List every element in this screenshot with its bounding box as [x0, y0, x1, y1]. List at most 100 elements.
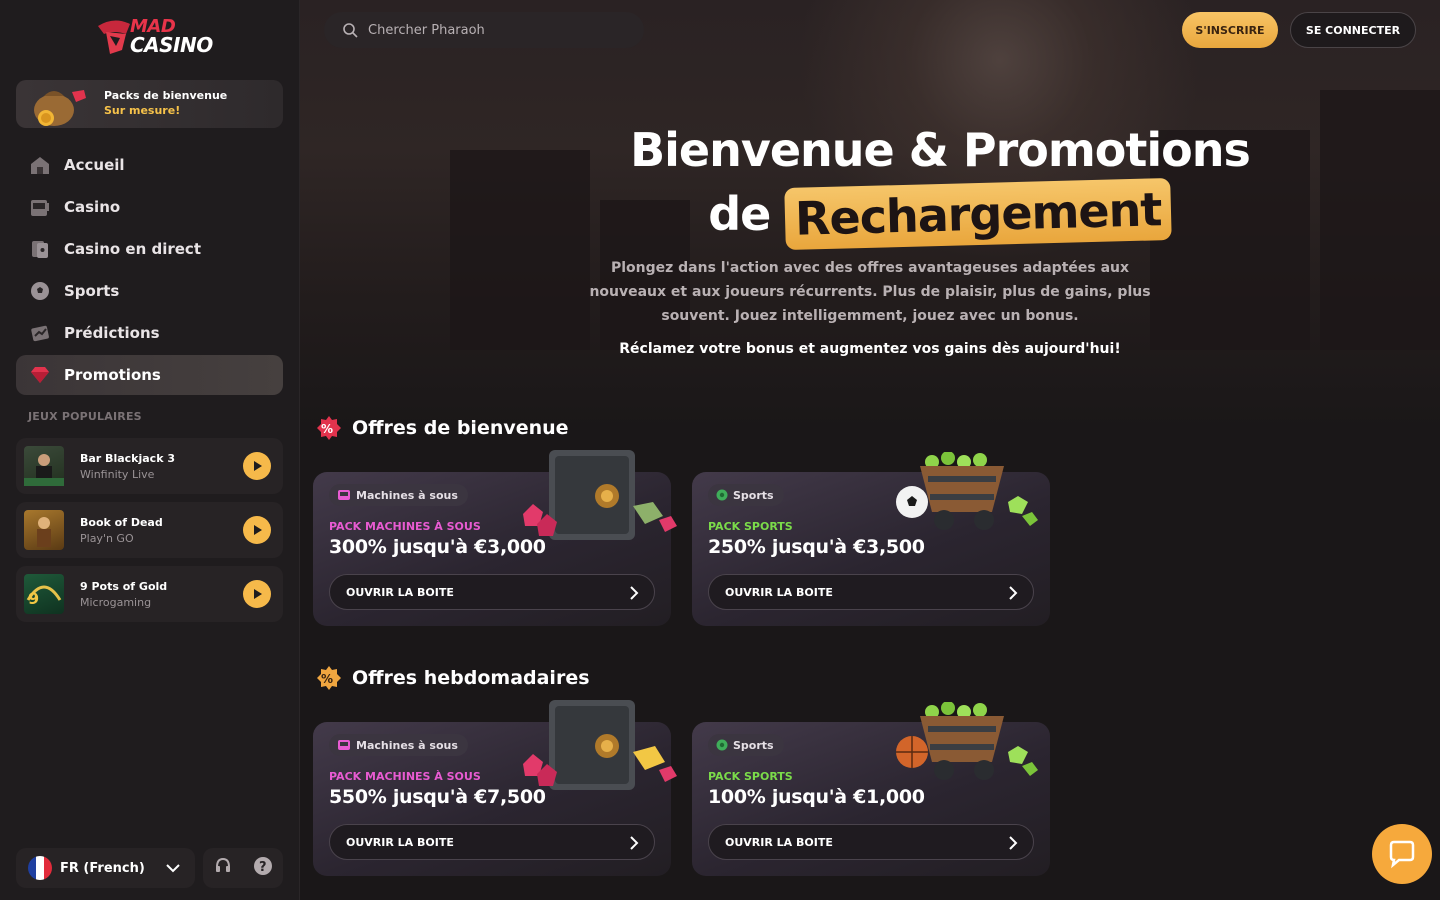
home-icon [28, 153, 52, 177]
category-chip: Sports [708, 484, 784, 506]
open-box-label: OUVRIR LA BOITE [725, 585, 833, 599]
sidebar-item-accueil[interactable]: Accueil [16, 145, 283, 185]
live-chat-button[interactable] [1372, 824, 1432, 884]
headset-icon[interactable] [214, 857, 232, 879]
chip-label: Sports [733, 488, 774, 502]
play-button[interactable] [243, 452, 271, 480]
money-bag-icon [34, 90, 86, 126]
chevron-right-icon [1007, 835, 1019, 851]
hero-title-line1: Bienvenue & Promotions [630, 123, 1251, 177]
offer-amount: 550% jusqu'à €7,500 [329, 786, 546, 808]
game-provider: Winfinity Live [80, 468, 155, 481]
play-icon [254, 589, 262, 599]
category-chip: Machines à sous [329, 484, 468, 506]
section-title-welcome: % Offres de bienvenue [316, 414, 569, 442]
language-label: FR (French) [60, 860, 145, 876]
login-button[interactable]: SE CONNECTER [1290, 12, 1416, 48]
pack-label: PACK SPORTS [708, 770, 793, 783]
hero-title-line2: de Rechargement [440, 177, 1440, 251]
play-icon [254, 525, 262, 535]
chevron-down-icon [165, 860, 181, 880]
chevron-right-icon [628, 835, 640, 851]
offer-card[interactable]: Machines à sous PACK MACHINES À SOUS 300… [313, 450, 677, 626]
play-icon [254, 461, 262, 471]
sports-clover-icon [716, 489, 728, 501]
sidebar-item-label: Casino en direct [64, 240, 201, 258]
open-box-button[interactable]: OUVRIR LA BOITE [708, 824, 1034, 860]
support-buttons: ? [203, 848, 283, 888]
hero-claim: Réclamez votre bonus et augmentez vos ga… [619, 341, 1121, 357]
chip-label: Machines à sous [356, 488, 458, 502]
sports-clover-icon [716, 739, 728, 751]
chat-bubble-icon [1389, 840, 1415, 869]
game-name: Bar Blackjack 3 [80, 452, 175, 465]
help-icon[interactable]: ? [253, 856, 273, 880]
open-box-label: OUVRIR LA BOITE [725, 835, 833, 849]
game-card-book-of-dead[interactable]: Book of Dead Play'n GO [16, 502, 283, 558]
chevron-right-icon [1007, 585, 1019, 601]
play-button[interactable] [243, 580, 271, 608]
welcome-pack-subtitle: Sur mesure! [104, 104, 181, 117]
game-thumbnail [24, 446, 64, 486]
game-provider: Microgaming [80, 596, 152, 609]
popular-games-label: JEUX POPULAIRES [28, 410, 142, 423]
game-card-9-pots-of-gold[interactable]: 9 9 Pots of Gold Microgaming [16, 566, 283, 622]
welcome-packs-banner[interactable]: Packs de bienvenue Sur mesure! [16, 80, 283, 128]
search-bar[interactable]: Chercher Pharaoh [324, 12, 644, 48]
svg-text:%: % [321, 422, 333, 436]
offer-card[interactable]: Sports PACK SPORTS 100% jusqu'à €1,000 O… [692, 702, 1050, 876]
chip-label: Sports [733, 738, 774, 752]
offer-card[interactable]: Sports PACK SPORTS 250% jusqu'à €3,500 O… [692, 452, 1050, 626]
game-name: Book of Dead [80, 516, 163, 529]
page-title: Bienvenue & Promotions de Rechargement [300, 118, 1440, 251]
open-box-label: OUVRIR LA BOITE [346, 585, 454, 599]
pack-label: PACK MACHINES À SOUS [329, 770, 481, 783]
sidebar-item-label: Casino [64, 198, 121, 216]
live-cards-icon [28, 237, 52, 261]
slot-machine-icon [337, 489, 351, 501]
hero-title-highlight: Rechargement [784, 177, 1173, 251]
offer-amount: 100% jusqu'à €1,000 [708, 786, 925, 808]
search-icon [342, 22, 358, 38]
open-box-button[interactable]: OUVRIR LA BOITE [329, 574, 655, 610]
chip-label: Machines à sous [356, 738, 458, 752]
sidebar-item-casino-en-direct[interactable]: Casino en direct [16, 229, 283, 269]
hero-description: Plongez dans l'action avec des offres av… [589, 260, 1151, 324]
soccer-ball-icon [28, 279, 52, 303]
slot-machine-icon [337, 739, 351, 751]
open-box-label: OUVRIR LA BOITE [346, 835, 454, 849]
open-box-button[interactable]: OUVRIR LA BOITE [708, 574, 1034, 610]
svg-text:9: 9 [28, 589, 39, 608]
signup-button[interactable]: S'INSCRIRE [1182, 12, 1278, 48]
pack-label: PACK SPORTS [708, 520, 793, 533]
offer-amount: 250% jusqu'à €3,500 [708, 536, 925, 558]
game-thumbnail: 9 [24, 574, 64, 614]
diamond-icon [28, 363, 52, 387]
sidebar-item-label: Accueil [64, 156, 125, 174]
brand-line2: CASINO [130, 33, 213, 57]
sidebar-item-promotions[interactable]: Promotions [16, 355, 283, 395]
offer-card[interactable]: Machines à sous PACK MACHINES À SOUS 550… [313, 700, 677, 876]
percent-badge-icon: % [317, 416, 341, 440]
predictions-icon [28, 321, 52, 345]
sidebar-item-sports[interactable]: Sports [16, 271, 283, 311]
open-box-button[interactable]: OUVRIR LA BOITE [329, 824, 655, 860]
language-selector[interactable]: FR (French) [16, 848, 195, 888]
sidebar: MAD CASINO Packs de bienvenue Sur mesure… [0, 0, 300, 900]
play-button[interactable] [243, 516, 271, 544]
percent-badge-icon: % [317, 666, 341, 690]
sidebar-item-label: Sports [64, 282, 120, 300]
sidebar-item-predictions[interactable]: Prédictions [16, 313, 283, 353]
game-thumbnail [24, 510, 64, 550]
sidebar-item-casino[interactable]: Casino [16, 187, 283, 227]
game-card-bar-blackjack-3[interactable]: Bar Blackjack 3 Winfinity Live [16, 438, 283, 494]
search-input[interactable]: Chercher Pharaoh [368, 23, 485, 38]
category-chip: Machines à sous [329, 734, 468, 756]
svg-text:?: ? [259, 860, 267, 875]
brand-wordmark: MAD CASINO [130, 18, 213, 57]
svg-text:%: % [321, 672, 333, 686]
game-provider: Play'n GO [80, 532, 134, 545]
section-title-weekly: % Offres hebdomadaires [316, 664, 590, 692]
welcome-pack-title: Packs de bienvenue [104, 89, 228, 102]
popular-games-list: Bar Blackjack 3 Winfinity Live Book of D… [16, 438, 283, 630]
